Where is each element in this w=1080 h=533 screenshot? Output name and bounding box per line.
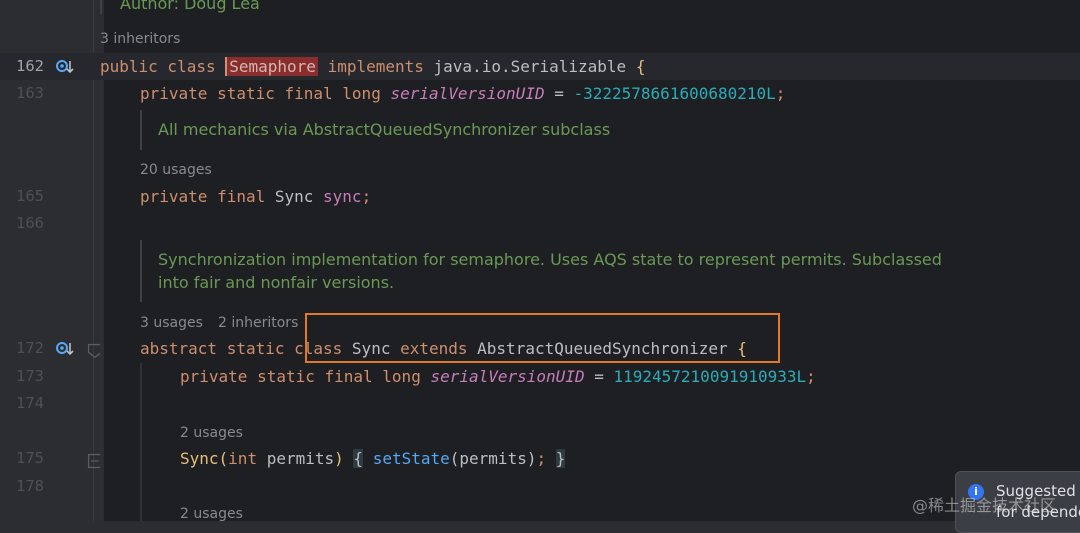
paren: )	[334, 449, 344, 468]
parameter: permits	[266, 449, 335, 468]
operator: =	[584, 367, 614, 386]
arguments: (permits)	[449, 449, 537, 468]
rendered-doc-comment: into fair and nonfair versions.	[158, 273, 395, 292]
field-name: serialVersionUID	[390, 84, 545, 103]
keyword: private static final long	[180, 367, 431, 386]
rendered-doc-comment: Synchronization implementation for semap…	[158, 250, 942, 269]
usages-hint[interactable]: 2 usages	[180, 423, 243, 443]
line-number: 172	[16, 339, 44, 357]
keyword: implements	[317, 57, 434, 76]
line-number: 173	[16, 367, 44, 385]
watermark: @稀土掘金技术社区	[912, 496, 1057, 515]
folded-brace[interactable]: {	[353, 449, 364, 468]
annotation-highlight-box	[305, 313, 780, 363]
doc-bar-top	[100, 0, 102, 14]
line-number: 165	[16, 187, 44, 205]
inheritors-hint[interactable]: 2 inheritors	[218, 313, 298, 333]
indent-guide	[100, 80, 102, 521]
inheritors-hint[interactable]: 3 inheritors	[100, 29, 180, 49]
keyword: private static final long	[140, 84, 391, 103]
keyword: abstract static	[140, 339, 295, 358]
indent-guide	[140, 363, 142, 521]
field-name: serialVersionUID	[430, 367, 585, 386]
class-name-semaphore: Semaphore	[225, 57, 318, 76]
line-number: 178	[16, 477, 44, 495]
code-line-162[interactable]: public class Semaphore implements java.i…	[100, 53, 645, 80]
semicolon: ;	[536, 449, 547, 468]
code-line-173[interactable]: private static final long serialVersionU…	[180, 363, 816, 390]
method-name: Sync	[180, 449, 219, 468]
doc-bar	[140, 240, 142, 302]
usages-hint[interactable]: 2 usages	[180, 504, 243, 524]
rendered-doc-comment: All mechanics via AbstractQueuedSynchron…	[158, 120, 611, 139]
implemented-down-icon[interactable]	[56, 58, 74, 76]
implemented-down-icon[interactable]	[56, 340, 74, 358]
line-number: 174	[16, 394, 44, 412]
type-ref: Sync	[274, 187, 324, 206]
line-number: 162	[16, 57, 44, 75]
keyword: private final	[140, 187, 275, 206]
semicolon: ;	[775, 84, 786, 103]
code-line-175[interactable]: Sync(int permits) { setState(permits); }	[180, 445, 566, 472]
code-line-163[interactable]: private static final long serialVersionU…	[140, 80, 785, 107]
line-number: 166	[16, 214, 44, 232]
paren: (	[218, 449, 229, 468]
brace: {	[635, 57, 646, 76]
line-number: 163	[16, 84, 44, 102]
method-call: setState	[363, 449, 450, 468]
doc-bar	[140, 110, 142, 150]
code-line-165[interactable]: private final Sync sync;	[140, 183, 371, 210]
author-doc: Author: Doug Lea	[120, 0, 260, 13]
operator: =	[544, 84, 574, 103]
folded-brace[interactable]: }	[555, 449, 566, 468]
number-literal: -3222578661600680210L	[573, 84, 776, 103]
semicolon: ;	[806, 367, 816, 386]
number-literal: 1192457210091910933L	[613, 367, 807, 386]
type-ref: java.io.Serializable	[433, 57, 636, 76]
usages-hint[interactable]: 3 usages	[140, 313, 203, 333]
line-number: 175	[16, 449, 44, 467]
usages-hint[interactable]: 20 usages	[140, 160, 212, 180]
semicolon: ;	[361, 187, 372, 206]
keyword: public class	[100, 57, 226, 76]
keyword: int	[228, 449, 267, 468]
field-name: sync	[323, 187, 362, 206]
